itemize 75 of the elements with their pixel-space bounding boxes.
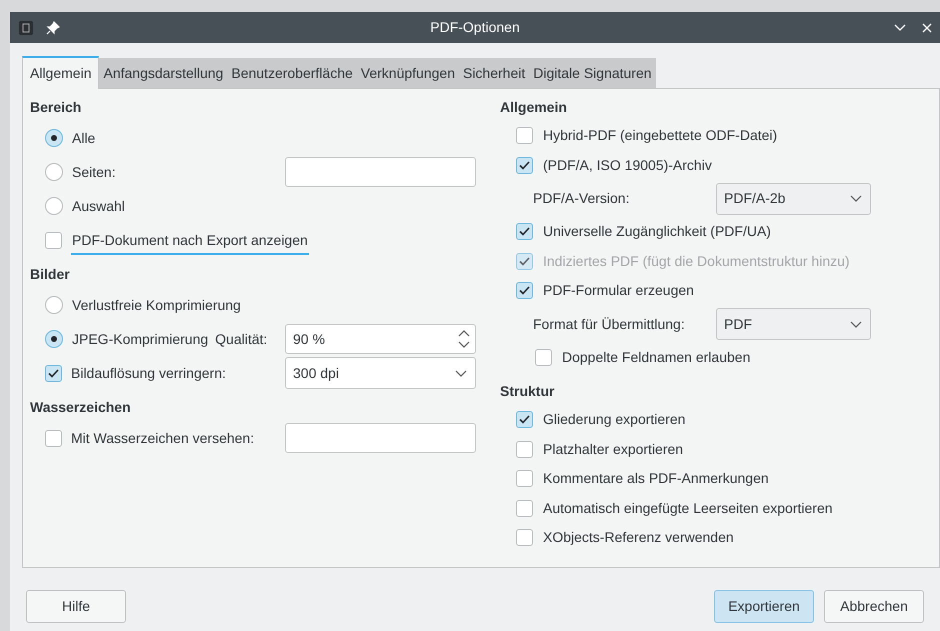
- checkbox[interactable]: [516, 529, 533, 546]
- option-label: PDF-Dokument nach Export anzeigen: [71, 230, 309, 254]
- dialog-button[interactable]: Hilfe: [26, 590, 126, 623]
- dialog-button[interactable]: Abbrechen: [824, 590, 924, 623]
- section-heading: Bereich: [30, 98, 82, 117]
- chevron-down-icon: [455, 370, 467, 376]
- checkmark-icon: [519, 160, 530, 170]
- checkmark-icon: [519, 286, 530, 296]
- radio-button[interactable]: [45, 197, 63, 215]
- dropdown[interactable]: PDF/A-2b: [716, 182, 871, 214]
- option-label: PDF/A-Version:: [533, 189, 630, 208]
- option-label: JPEG-Komprimierung: [72, 330, 208, 349]
- section-heading: Wasserzeichen: [30, 398, 132, 417]
- checkmark-icon: [519, 227, 530, 236]
- option-label: Bildauflösung verringern:: [71, 364, 226, 383]
- checkbox[interactable]: [45, 364, 62, 382]
- dropdown[interactable]: 300 dpi: [285, 357, 476, 389]
- dialog-button[interactable]: Exportieren: [714, 590, 814, 623]
- option-label: Indiziertes PDF (fügt die Dokumentstruktur hinzu): [543, 252, 850, 271]
- text-field[interactable]: [285, 157, 476, 187]
- checkbox[interactable]: [535, 348, 552, 366]
- section-heading: Bilder: [30, 265, 71, 284]
- pin-icon[interactable]: [46, 20, 60, 34]
- option-label: Doppelte Feldnamen erlauben: [562, 348, 750, 367]
- tab[interactable]: Anfangsdarstellung: [99, 58, 228, 88]
- dropdown[interactable]: PDF: [716, 308, 871, 340]
- radio-button[interactable]: [45, 163, 63, 181]
- option-label: Qualität:: [215, 330, 268, 349]
- checkbox[interactable]: [516, 156, 533, 174]
- tab[interactable]: Verknüpfungen: [356, 58, 459, 88]
- option-label: (PDF/A, ISO 19005)-Archiv: [543, 156, 712, 175]
- section-heading: Allgemein: [500, 98, 568, 117]
- radio-button[interactable]: [45, 330, 63, 348]
- text-field[interactable]: [285, 423, 476, 453]
- option-label: Seiten:: [72, 162, 116, 182]
- option-label: Gliederung exportieren: [543, 410, 686, 430]
- tab[interactable]: Allgemein: [22, 56, 100, 89]
- section-heading: Struktur: [500, 382, 556, 401]
- radio-button[interactable]: [45, 129, 63, 147]
- option-label: XObjects-Referenz verwenden: [543, 528, 734, 548]
- option-label: PDF-Formular erzeugen: [543, 281, 694, 300]
- checkbox[interactable]: [516, 500, 533, 517]
- radio-button[interactable]: [45, 296, 63, 314]
- spin-box[interactable]: 90 %: [285, 324, 476, 354]
- option-label: Kommentare als PDF-Anmerkungen: [543, 469, 769, 488]
- option-label: Alle: [72, 128, 96, 148]
- window-title: PDF-Optionen: [430, 18, 520, 37]
- chevron-down-icon: [850, 195, 862, 202]
- option-label: Format für Übermittlung:: [533, 314, 686, 334]
- chevron-down-icon: [850, 320, 862, 328]
- option-label: Auswahl: [72, 196, 125, 216]
- checkbox[interactable]: [516, 470, 533, 488]
- checkmark-icon: [48, 368, 59, 378]
- checkbox[interactable]: [516, 440, 533, 458]
- chevron-down-icon[interactable]: [894, 24, 906, 32]
- option-label: Mit Wasserzeichen versehen:: [71, 428, 254, 448]
- checkbox[interactable]: [45, 430, 62, 446]
- option-label: Automatisch eingefügte Leerseiten exportieren: [543, 498, 833, 518]
- checkbox[interactable]: [516, 282, 533, 300]
- checkbox[interactable]: [516, 127, 533, 144]
- close-icon[interactable]: [922, 22, 932, 32]
- checkbox[interactable]: [516, 223, 533, 240]
- checkmark-icon: [519, 415, 530, 424]
- tab[interactable]: Benutzeroberfläche: [227, 58, 357, 88]
- option-label: Universelle Zugänglichkeit (PDF/UA): [543, 222, 771, 242]
- checkbox[interactable]: [516, 411, 533, 428]
- option-label: Verlustfreie Komprimierung: [72, 296, 241, 315]
- spin-arrows-icon[interactable]: [458, 329, 470, 349]
- tab[interactable]: Digitale Signaturen: [529, 58, 656, 88]
- app-icon: [18, 20, 34, 36]
- checkmark-icon: [519, 256, 530, 266]
- tab[interactable]: Sicherheit: [458, 58, 530, 88]
- option-label: Hybrid-PDF (eingebettete ODF-Datei): [543, 126, 778, 146]
- checkbox[interactable]: [45, 232, 62, 248]
- option-label: Platzhalter exportieren: [543, 440, 684, 459]
